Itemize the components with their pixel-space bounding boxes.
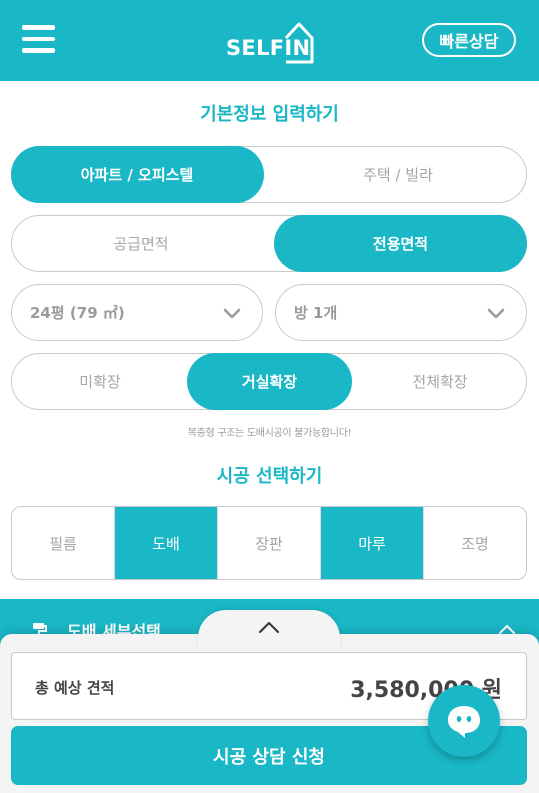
construction-title: 시공 선택하기 xyxy=(216,466,323,487)
logo-text: SELFIN xyxy=(226,36,311,60)
selfin-logo[interactable]: SELFIN xyxy=(224,18,316,64)
extension-toggle: 미확장 거실확장 전체확장 xyxy=(11,352,528,410)
size-select[interactable]: 24평 (79 ㎡) xyxy=(11,284,263,341)
option-house-villa[interactable]: 주택 / 빌라 xyxy=(270,146,526,203)
panel-toggle-handle[interactable] xyxy=(198,610,340,654)
app-header: SELFIN 빠른상담 xyxy=(0,0,539,81)
option-film[interactable]: 필름 xyxy=(12,507,115,579)
chat-bubble-icon xyxy=(448,706,480,738)
property-type-toggle: 아파트 / 오피스텔 주택 / 빌라 xyxy=(10,145,527,203)
room-select-value: 방 1개 xyxy=(294,304,338,322)
option-lighting[interactable]: 조명 xyxy=(424,507,526,579)
option-apartment-officetel[interactable]: 아파트 / 오피스텔 xyxy=(10,145,264,203)
basic-info-title: 기본정보 입력하기 xyxy=(200,104,339,125)
quick-consult-button[interactable]: 빠른상담 xyxy=(422,23,516,57)
size-select-value: 24평 (79 ㎡) xyxy=(30,304,125,322)
option-wallpaper[interactable]: 도배 xyxy=(115,507,218,579)
chat-button[interactable] xyxy=(428,685,500,757)
option-full-extension[interactable]: 전체확장 xyxy=(352,353,528,410)
chevron-up-icon xyxy=(259,622,279,633)
duplex-notice: 복층형 구조는 도배시공이 불가능합니다! xyxy=(187,428,352,439)
chevron-down-icon xyxy=(487,308,505,319)
option-supply-area[interactable]: 공급면적 xyxy=(12,215,270,272)
total-estimate-label: 총 예상 견적 xyxy=(35,679,115,697)
option-exclusive-area[interactable]: 전용면적 xyxy=(274,214,527,272)
area-type-toggle: 공급면적 전용면적 xyxy=(11,214,527,272)
option-no-extension[interactable]: 미확장 xyxy=(12,353,188,410)
option-wood-floor[interactable]: 마루 xyxy=(321,507,424,579)
construction-options: 필름 도배 장판 마루 조명 xyxy=(11,506,527,580)
chevron-down-icon xyxy=(223,308,241,319)
option-living-room-extension[interactable]: 거실확장 xyxy=(187,352,352,410)
hamburger-menu-icon[interactable] xyxy=(22,25,56,53)
room-select[interactable]: 방 1개 xyxy=(275,284,527,341)
option-flooring-sheet[interactable]: 장판 xyxy=(218,507,321,579)
